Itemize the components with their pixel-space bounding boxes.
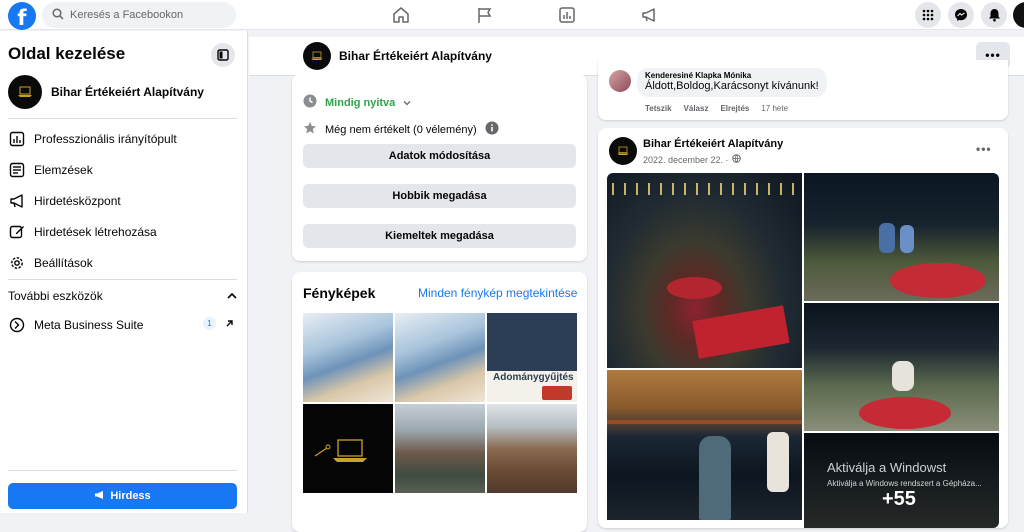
comment-card: Kenderesiné Klapka Mónika Áldott,Boldog,… xyxy=(598,60,1008,120)
add-featured-button[interactable]: Kiemeltek megadása xyxy=(303,224,576,248)
clock-icon xyxy=(303,94,317,111)
messenger-icon[interactable] xyxy=(948,2,974,28)
search-icon xyxy=(52,7,64,23)
more-photos-count: +55 xyxy=(882,488,916,510)
post-date[interactable]: 2022. december 22. · xyxy=(643,155,729,165)
promote-button[interactable]: Hirdess xyxy=(8,483,237,509)
insights-icon xyxy=(8,161,26,179)
meta-business-suite-icon xyxy=(8,316,26,334)
sidebar-title: Oldal kezelése xyxy=(8,44,126,63)
post-author-avatar[interactable] xyxy=(609,137,637,165)
external-link-icon[interactable] xyxy=(225,317,234,331)
home-icon[interactable] xyxy=(390,4,412,26)
photo-thumbnail[interactable] xyxy=(303,313,393,402)
post-photo[interactable] xyxy=(804,303,999,431)
sidebar-item-label: Meta Business Suite xyxy=(34,318,144,332)
see-all-photos-link[interactable]: Minden fénykép megtekintése xyxy=(418,286,577,300)
collapse-sidebar-icon[interactable] xyxy=(211,43,235,67)
post-author[interactable]: Bihar Értékeiért Alapítvány xyxy=(643,138,783,150)
chevron-up-icon xyxy=(227,289,237,303)
post-more-options[interactable]: ••• xyxy=(976,142,992,156)
more-tools-header[interactable]: További eszközök xyxy=(8,289,237,303)
sidebar-page-name: Bihar Értékeiért Alapítvány xyxy=(51,85,204,99)
profile-avatar[interactable] xyxy=(1013,2,1024,28)
grid-menu-icon[interactable] xyxy=(915,2,941,28)
search-input[interactable] xyxy=(70,9,220,21)
about-card: Mindig nyitva Még nem értékelt (0 vélemé… xyxy=(292,74,587,261)
bell-icon[interactable] xyxy=(981,2,1007,28)
sidebar-item-insights[interactable]: Elemzések xyxy=(8,161,237,179)
more-tools-label: További eszközök xyxy=(8,289,103,303)
post-card: Bihar Értékeiért Alapítvány 2022. decemb… xyxy=(598,128,1008,528)
gear-icon xyxy=(8,254,26,272)
edit-icon xyxy=(8,223,26,241)
sidebar-item-label: Elemzések xyxy=(34,163,93,177)
megaphone-icon xyxy=(8,192,26,210)
post-photo[interactable] xyxy=(607,370,802,520)
megaphone-icon xyxy=(94,490,105,503)
windows-activation-subtitle: Aktiválja a Windows rendszert a Gépháza.… xyxy=(827,479,982,488)
chevron-down-icon[interactable] xyxy=(403,97,411,109)
like-comment-link[interactable]: Tetszik xyxy=(645,104,672,113)
comment-author[interactable]: Kenderesiné Klapka Mónika xyxy=(645,71,819,80)
post-photo[interactable] xyxy=(804,173,999,301)
sidebar-item-label: Professzionális irányítópult xyxy=(34,132,177,146)
top-bar: f xyxy=(0,0,1024,30)
commenter-avatar[interactable] xyxy=(609,70,631,92)
sidebar-item-dashboard[interactable]: Professzionális irányítópult xyxy=(8,130,237,148)
divider xyxy=(8,470,237,471)
photo-thumbnail-fundraiser[interactable]: Adománygyűjtés xyxy=(487,313,577,402)
search-box[interactable] xyxy=(42,2,236,28)
post-photo-large[interactable] xyxy=(607,173,802,368)
sidebar-item-create-ads[interactable]: Hirdetések létrehozása xyxy=(8,223,237,241)
photos-card: Fényképek Minden fénykép megtekintése Ad… xyxy=(292,272,587,532)
page-avatar xyxy=(8,75,42,109)
facebook-logo[interactable]: f xyxy=(8,2,36,30)
sidebar-item-label: Hirdetésközpont xyxy=(34,194,121,208)
sidebar-item-label: Hirdetések létrehozása xyxy=(34,225,157,239)
hide-comment-link[interactable]: Elrejtés xyxy=(720,104,749,113)
flag-icon[interactable] xyxy=(474,4,496,26)
comment-text: Áldott,Boldog,Karácsonyt kívánunk! xyxy=(645,80,819,92)
divider xyxy=(8,279,237,280)
photo-thumbnail-logo[interactable] xyxy=(303,404,393,493)
left-sidebar: Oldal kezelése Bihar Értékeiért Alapítvá… xyxy=(0,31,248,513)
rating-row: Még nem értékelt (0 vélemény) xyxy=(303,121,499,138)
megaphone-icon[interactable] xyxy=(638,4,660,26)
rating-text: Még nem értékelt (0 vélemény) xyxy=(325,123,477,136)
windows-activation-title: Aktiválja a Windowst xyxy=(827,460,947,475)
comment-actions: Tetszik Válasz Elrejtés 17 hete xyxy=(645,104,788,113)
page-avatar[interactable] xyxy=(303,42,331,70)
sidebar-item-settings[interactable]: Beállítások xyxy=(8,254,237,272)
notification-badge: 1 xyxy=(203,317,216,330)
promote-button-label: Hirdess xyxy=(110,490,151,502)
comment-time[interactable]: 17 hete xyxy=(761,104,788,113)
reply-comment-link[interactable]: Válasz xyxy=(684,104,709,113)
comment-bubble: Kenderesiné Klapka Mónika Áldott,Boldog,… xyxy=(637,68,827,97)
photos-title: Fényképek xyxy=(303,285,376,301)
globe-icon xyxy=(731,154,741,165)
open-status[interactable]: Mindig nyitva xyxy=(325,97,395,109)
post-meta: 2022. december 22. · xyxy=(643,154,741,165)
sidebar-page-row[interactable]: Bihar Értékeiért Alapítvány xyxy=(8,75,204,109)
chart-icon[interactable] xyxy=(556,4,578,26)
star-icon xyxy=(303,121,317,138)
page-header-name[interactable]: Bihar Értékeiért Alapítvány xyxy=(339,49,492,63)
sidebar-item-label: Beállítások xyxy=(34,256,93,270)
photo-thumbnail[interactable] xyxy=(395,404,485,493)
divider xyxy=(8,118,237,119)
info-icon[interactable] xyxy=(485,121,499,138)
edit-details-button[interactable]: Adatok módosítása xyxy=(303,144,576,168)
fundraiser-poster-title: Adománygyűjtés xyxy=(493,372,574,383)
hours-row: Mindig nyitva xyxy=(303,94,411,111)
dashboard-icon xyxy=(8,130,26,148)
sidebar-item-ad-center[interactable]: Hirdetésközpont xyxy=(8,192,237,210)
photo-thumbnail[interactable] xyxy=(487,404,577,493)
add-hobbies-button[interactable]: Hobbik megadása xyxy=(303,184,576,208)
photo-thumbnail[interactable] xyxy=(395,313,485,402)
